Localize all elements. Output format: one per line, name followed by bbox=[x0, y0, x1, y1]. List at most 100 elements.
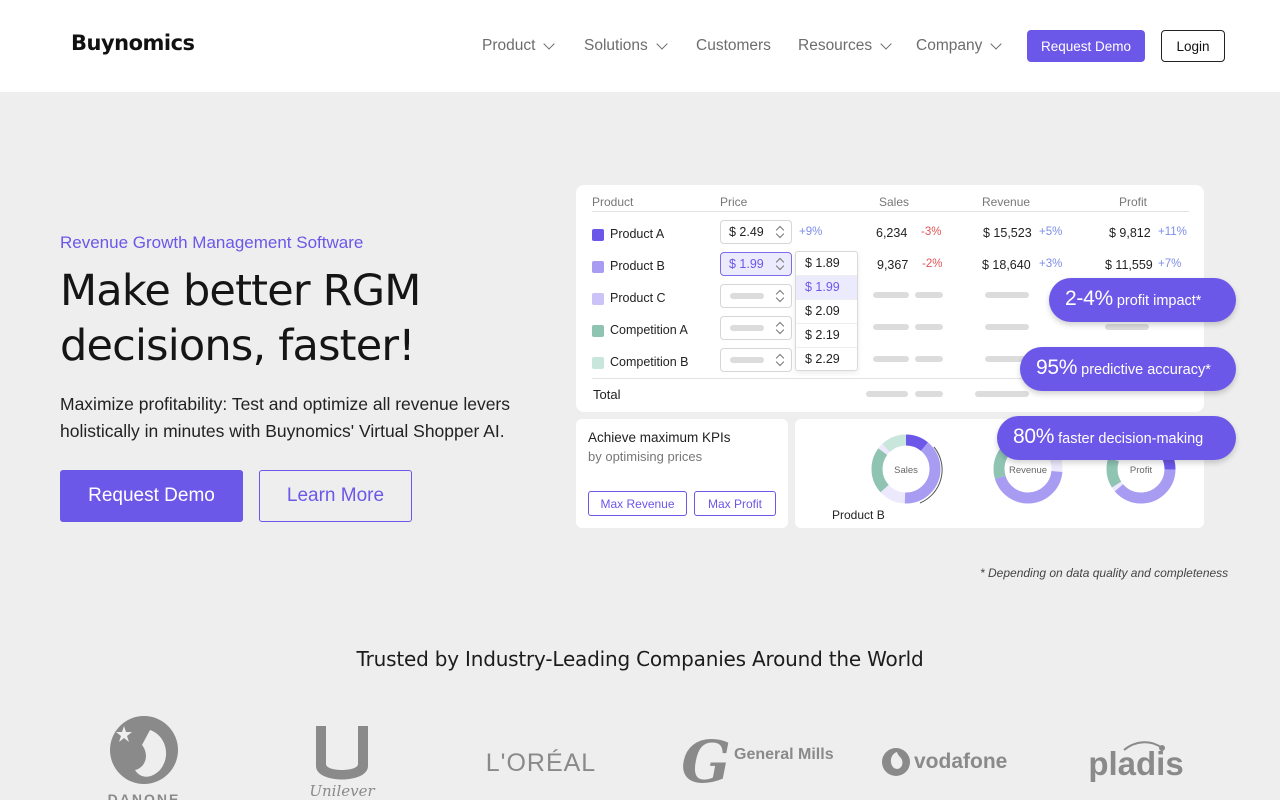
placeholder-bar bbox=[730, 325, 764, 331]
placeholder-bar bbox=[873, 356, 909, 362]
column-header-product: Product bbox=[592, 195, 634, 209]
price-option[interactable]: $ 2.29 bbox=[796, 348, 857, 372]
stat-label: faster decision-making bbox=[1058, 431, 1204, 447]
sales-change: -2% bbox=[922, 258, 943, 270]
stat-value: 2-4% bbox=[1065, 287, 1113, 310]
price-stepper[interactable]: $ 2.49 bbox=[720, 220, 792, 244]
stat-pill-profit-impact: 2-4% profit impact* bbox=[1049, 278, 1236, 322]
nav-solutions-label: Solutions bbox=[584, 37, 648, 54]
row-name: Competition A bbox=[610, 323, 688, 337]
column-header-price: Price bbox=[720, 195, 748, 209]
product-b-swatch bbox=[592, 261, 604, 273]
stat-label: profit impact* bbox=[1116, 293, 1202, 309]
row-name: Competition B bbox=[610, 355, 689, 369]
nav-product[interactable]: Product bbox=[482, 36, 556, 56]
placeholder-bar bbox=[915, 324, 943, 330]
stepper-arrows-icon[interactable] bbox=[775, 288, 785, 304]
kpi-subtitle: by optimising prices bbox=[588, 449, 703, 464]
product-a-swatch bbox=[592, 229, 604, 241]
hero-subtitle: Maximize profitability: Test and optimiz… bbox=[60, 394, 511, 441]
stepper-arrows-icon[interactable] bbox=[775, 224, 785, 240]
column-header-revenue: Revenue bbox=[982, 195, 1031, 209]
stepper-arrows-icon[interactable] bbox=[775, 256, 785, 272]
placeholder-bar bbox=[975, 391, 1029, 397]
price-option[interactable]: $ 1.89 bbox=[796, 252, 857, 276]
stat-value: 80% bbox=[1013, 425, 1055, 448]
competition-a-swatch bbox=[592, 325, 604, 337]
price-dropdown[interactable]: $ 1.89 $ 1.99 $ 2.09 $ 2.19 $ 2.29 bbox=[795, 251, 858, 371]
sales-value: 9,367 bbox=[877, 258, 909, 272]
stepper-arrows-icon[interactable] bbox=[775, 320, 785, 336]
profit-change: +11% bbox=[1158, 226, 1187, 238]
learn-more-button[interactable]: Learn More bbox=[259, 470, 412, 522]
sales-value: 6,234 bbox=[876, 226, 908, 240]
site-header: Buynomics Product Solutions Customers Re… bbox=[0, 0, 1280, 92]
kpi-title: Achieve maximum KPIs bbox=[588, 430, 731, 445]
nav-resources-label: Resources bbox=[798, 37, 873, 54]
price-option[interactable]: $ 2.09 bbox=[796, 300, 857, 324]
placeholder-bar bbox=[730, 293, 764, 299]
placeholder-bar bbox=[985, 324, 1029, 330]
header-divider bbox=[592, 211, 1189, 212]
header-request-demo-button[interactable]: Request Demo bbox=[1027, 30, 1145, 62]
client-logos: DANONE Unilever L'ORÉAL G General Mills … bbox=[108, 716, 1184, 800]
column-header-profit: Profit bbox=[1119, 195, 1148, 209]
placeholder-bar bbox=[873, 292, 909, 298]
competition-b-swatch bbox=[592, 357, 604, 369]
stat-label: predictive accuracy* bbox=[1081, 362, 1211, 378]
price-change: +9% bbox=[799, 226, 823, 238]
stat-pill-predictive-accuracy: 95% predictive accuracy* bbox=[1020, 347, 1236, 391]
trusted-heading: Trusted by Industry-Leading Companies Ar… bbox=[356, 647, 924, 671]
nav-customers-label: Customers bbox=[696, 37, 771, 54]
pladis-wordmark: pladis bbox=[1088, 745, 1183, 782]
footnote: * Depending on data quality and complete… bbox=[980, 566, 1229, 580]
max-revenue-button[interactable]: Max Revenue bbox=[588, 491, 687, 516]
placeholder-bar bbox=[866, 391, 908, 397]
donut-label-revenue: Revenue bbox=[1009, 465, 1047, 476]
login-button[interactable]: Login bbox=[1161, 30, 1225, 62]
profit-value: $ 9,812 bbox=[1109, 226, 1151, 240]
chevron-down-icon bbox=[543, 38, 556, 50]
donut-label-profit: Profit bbox=[1130, 465, 1153, 476]
chevron-down-icon bbox=[656, 38, 668, 50]
nav-solutions[interactable]: Solutions bbox=[584, 36, 668, 56]
hero-request-demo-button[interactable]: Request Demo bbox=[60, 470, 243, 522]
donut-pointer-label: Product B bbox=[832, 508, 885, 522]
nav-resources[interactable]: Resources bbox=[798, 36, 892, 56]
danone-wordmark: DANONE bbox=[108, 791, 181, 800]
product-c-swatch bbox=[592, 293, 604, 305]
donut-label-sales: Sales bbox=[894, 465, 918, 476]
price-value: $ 2.49 bbox=[729, 225, 764, 239]
placeholder-bar bbox=[985, 292, 1029, 298]
hero-eyebrow: Revenue Growth Management Software bbox=[60, 233, 364, 252]
sales-change: -3% bbox=[921, 226, 942, 238]
price-stepper[interactable] bbox=[720, 316, 792, 340]
nav-customers[interactable]: Customers bbox=[696, 36, 771, 56]
vodafone-logo: vodafone bbox=[882, 748, 1007, 776]
revenue-change: +5% bbox=[1039, 226, 1063, 238]
price-option[interactable]: $ 2.19 bbox=[796, 324, 857, 348]
max-profit-button[interactable]: Max Profit bbox=[694, 491, 776, 516]
row-name: Product A bbox=[610, 227, 665, 241]
stat-pill-faster-decisions: 80% faster decision-making bbox=[997, 416, 1236, 460]
revenue-value: $ 15,523 bbox=[983, 226, 1032, 240]
stepper-arrows-icon[interactable] bbox=[775, 352, 785, 368]
pladis-logo: pladis bbox=[1088, 741, 1184, 782]
profit-change: +7% bbox=[1158, 258, 1182, 270]
placeholder-bar bbox=[915, 292, 943, 298]
price-option-selected[interactable]: $ 1.99 bbox=[796, 276, 857, 300]
buynomics-logo[interactable]: Buynomics bbox=[71, 31, 195, 55]
price-stepper-selected[interactable]: $ 1.99 bbox=[720, 252, 792, 276]
nav-company[interactable]: Company bbox=[916, 36, 1003, 56]
general-mills-wordmark: General Mills bbox=[734, 746, 834, 763]
placeholder-bar bbox=[730, 357, 764, 363]
chevron-down-icon bbox=[990, 38, 1003, 50]
table-row: Product A $ 2.49 +9% 6,234 -3% $ 15,523 … bbox=[576, 218, 1204, 250]
column-header-sales: Sales bbox=[879, 195, 910, 209]
revenue-change: +3% bbox=[1039, 258, 1063, 270]
price-stepper[interactable] bbox=[720, 348, 792, 372]
price-value: $ 1.99 bbox=[729, 257, 764, 271]
svg-text:G: G bbox=[681, 728, 731, 796]
placeholder-bar bbox=[1105, 324, 1149, 330]
price-stepper[interactable] bbox=[720, 284, 792, 308]
